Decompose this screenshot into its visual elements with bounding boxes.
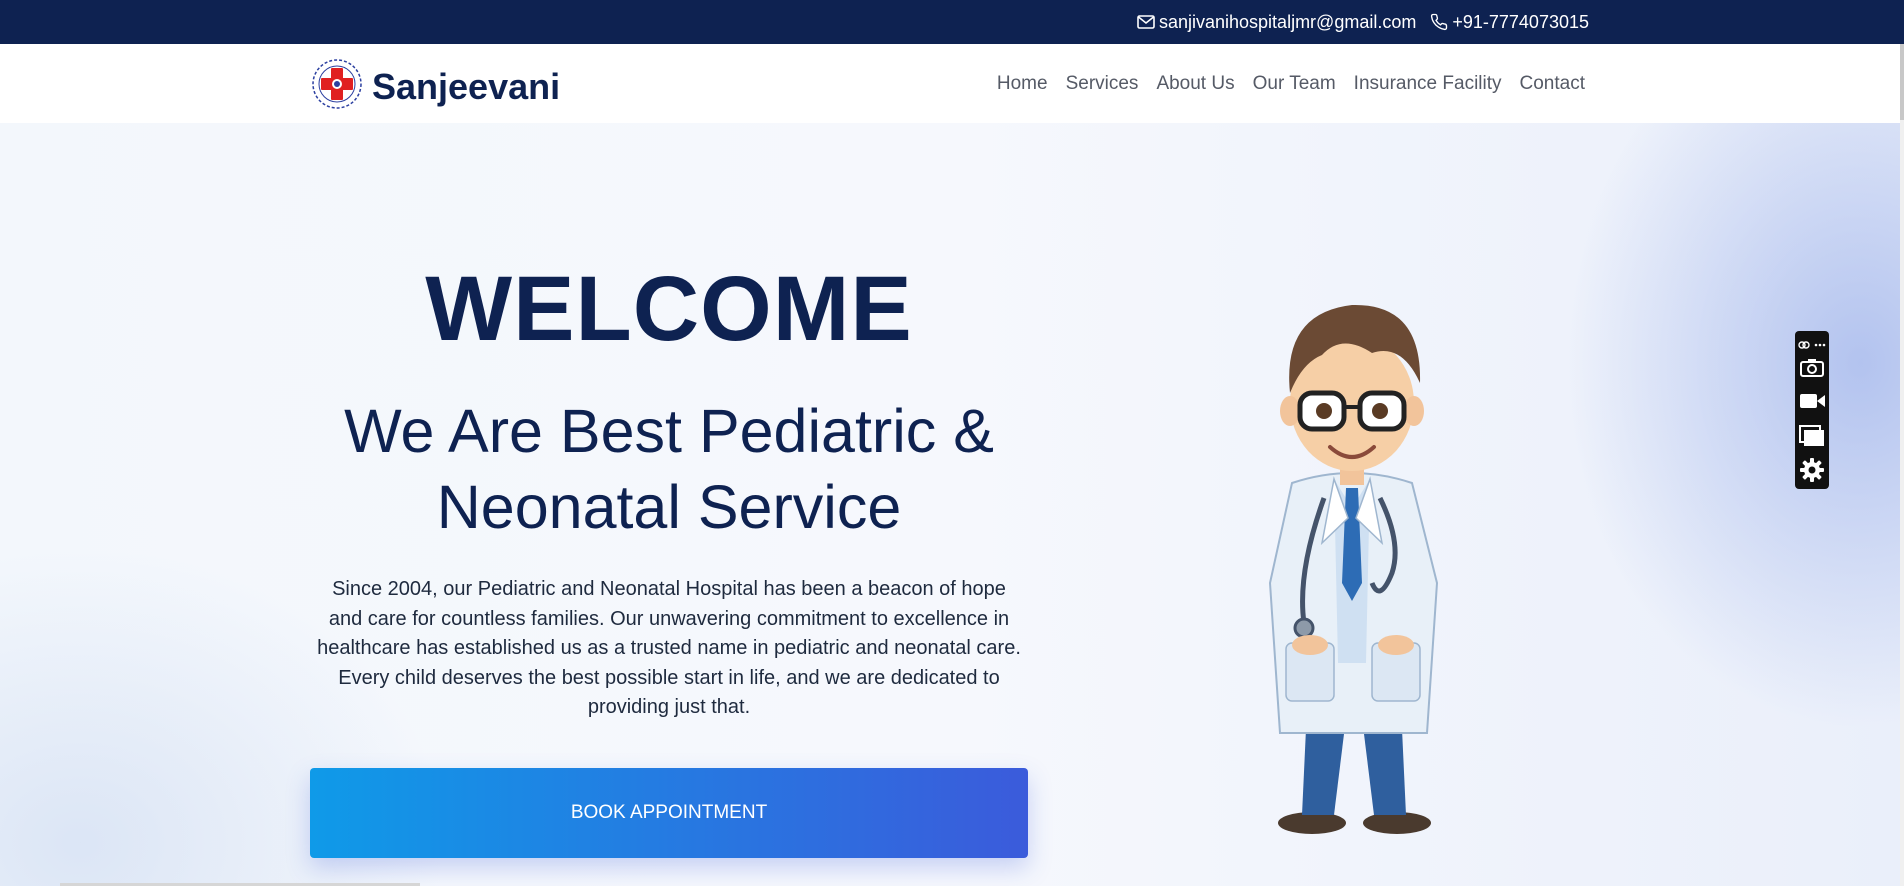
nav-contact[interactable]: Contact	[1520, 73, 1585, 95]
nav-our-team[interactable]: Our Team	[1253, 73, 1336, 95]
phone-icon	[1430, 13, 1448, 31]
floating-capture-toolbar	[1795, 331, 1829, 489]
toolbar-top-row	[1795, 337, 1829, 355]
scrollbar-track[interactable]	[1900, 120, 1904, 886]
description-line: Every child deserves the best possible s…	[338, 666, 1000, 689]
more-icon[interactable]	[1814, 337, 1826, 355]
phone-link[interactable]: +91-7774073015	[1430, 12, 1589, 33]
book-appointment-button[interactable]: BOOK APPOINTMENT	[310, 768, 1028, 858]
nav-insurance-facility[interactable]: Insurance Facility	[1354, 73, 1502, 95]
gear-icon[interactable]	[1795, 457, 1829, 483]
email-text: sanjivanihospitaljmr@gmail.com	[1158, 11, 1417, 32]
hero-section: WELCOME We Are Best Pediatric & Neonatal…	[0, 123, 1900, 886]
top-contact-bar: sanjivanihospitaljmr@gmail.com +91-77740…	[0, 0, 1904, 44]
hospital-cross-logo	[310, 57, 364, 116]
nav-home[interactable]: Home	[997, 73, 1048, 95]
camera-icon[interactable]	[1795, 357, 1829, 377]
hero-headline: We Are Best Pediatric & Neonatal Service	[310, 393, 1028, 545]
email-link[interactable]: sanjivanihospitaljmr@gmail.com	[1137, 12, 1416, 33]
windows-icon[interactable]	[1795, 424, 1829, 448]
headline-line-1: We Are Best Pediatric &	[344, 397, 994, 465]
link-icon[interactable]	[1798, 337, 1810, 355]
brand-name: Sanjeevani	[372, 65, 561, 107]
scrollbar-thumb[interactable]	[1900, 44, 1904, 120]
description-line: healthcare has established us as a trust…	[317, 637, 1021, 659]
description-line: Since 2004, our Pediatric and Neonatal H…	[332, 578, 1006, 600]
video-icon[interactable]	[1795, 391, 1829, 411]
mail-icon	[1137, 15, 1155, 29]
description-line: providing just that.	[587, 696, 751, 718]
main-navbar: Sanjeevani Home Services About Us Our Te…	[0, 44, 1900, 123]
brand[interactable]: Sanjeevani	[310, 57, 560, 116]
nav-services[interactable]: Services	[1066, 73, 1139, 95]
description-line: and care for countless families. Our unw…	[328, 607, 1010, 630]
contact-info: sanjivanihospitaljmr@gmail.com +91-77740…	[1137, 0, 1589, 44]
phone-text: +91-7774073015	[1452, 11, 1589, 32]
cartoon-doctor-illustration	[1252, 283, 1452, 848]
hero-description: Since 2004, our Pediatric and Neonatal H…	[310, 575, 1028, 723]
welcome-heading: WELCOME	[425, 258, 913, 360]
nav-menu: Home Services About Us Our Team Insuranc…	[997, 44, 1585, 123]
nav-about-us[interactable]: About Us	[1156, 73, 1234, 95]
headline-line-2: Neonatal Service	[436, 473, 902, 541]
